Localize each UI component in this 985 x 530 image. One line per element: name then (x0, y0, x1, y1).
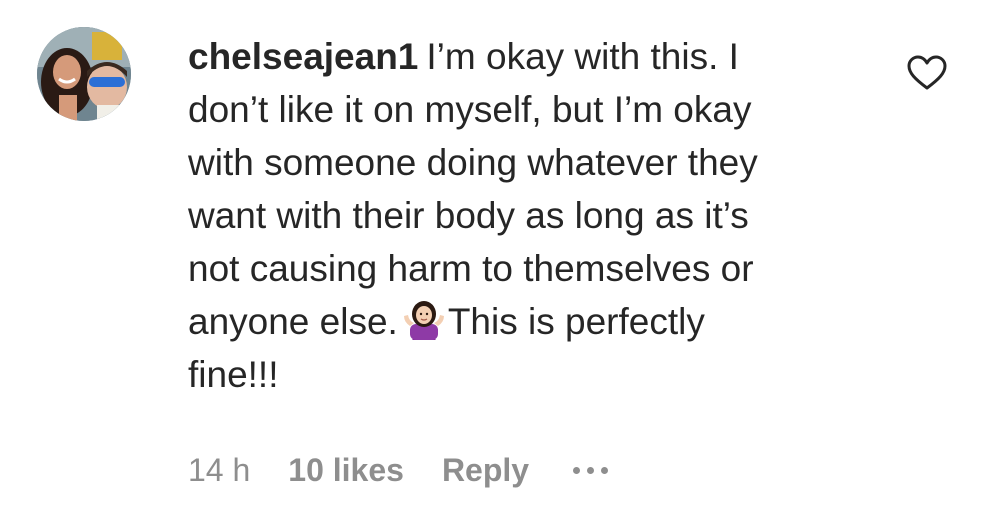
likes-count-link[interactable]: 10 likes (288, 452, 404, 489)
comment-line-8: fine!!! (188, 354, 279, 395)
comment-line-2: don’t like it on myself, but I’m okay (188, 89, 752, 130)
timestamp: 14 h (188, 451, 251, 488)
comment-text-segment: I’m okay with this. I (426, 36, 739, 77)
dot (587, 466, 595, 474)
person-shrugging-emoji-icon (402, 298, 446, 340)
like-button[interactable] (907, 55, 947, 91)
reply-button[interactable]: Reply (442, 452, 529, 489)
dot (573, 466, 581, 474)
username-link[interactable]: chelseajean1 (188, 36, 418, 77)
more-options-icon[interactable] (573, 455, 609, 485)
comment-line-4: want with their body as long as it’s (188, 195, 749, 236)
comment-text-segment: anyone else. (188, 301, 398, 342)
heart-outline-icon (907, 55, 947, 90)
comment-line-5: not causing harm to themselves or (188, 248, 754, 289)
comment-line-3: with someone doing whatever they (188, 142, 758, 183)
comment-text-segment: This is perfectly (447, 301, 705, 342)
comment-meta: 14 h 10 likes Reply (188, 448, 609, 492)
avatar-photo (37, 27, 131, 121)
dot (601, 466, 609, 474)
avatar[interactable] (37, 27, 131, 121)
comment-line-6: anyone else. This is perfectly (188, 295, 878, 348)
comment: chelseajean1 I’m okay with this. I don’t … (0, 0, 985, 530)
comment-text: chelseajean1 I’m okay with this. I don’t … (188, 30, 878, 401)
comment-line-1: chelseajean1 I’m okay with this. I (188, 30, 878, 83)
